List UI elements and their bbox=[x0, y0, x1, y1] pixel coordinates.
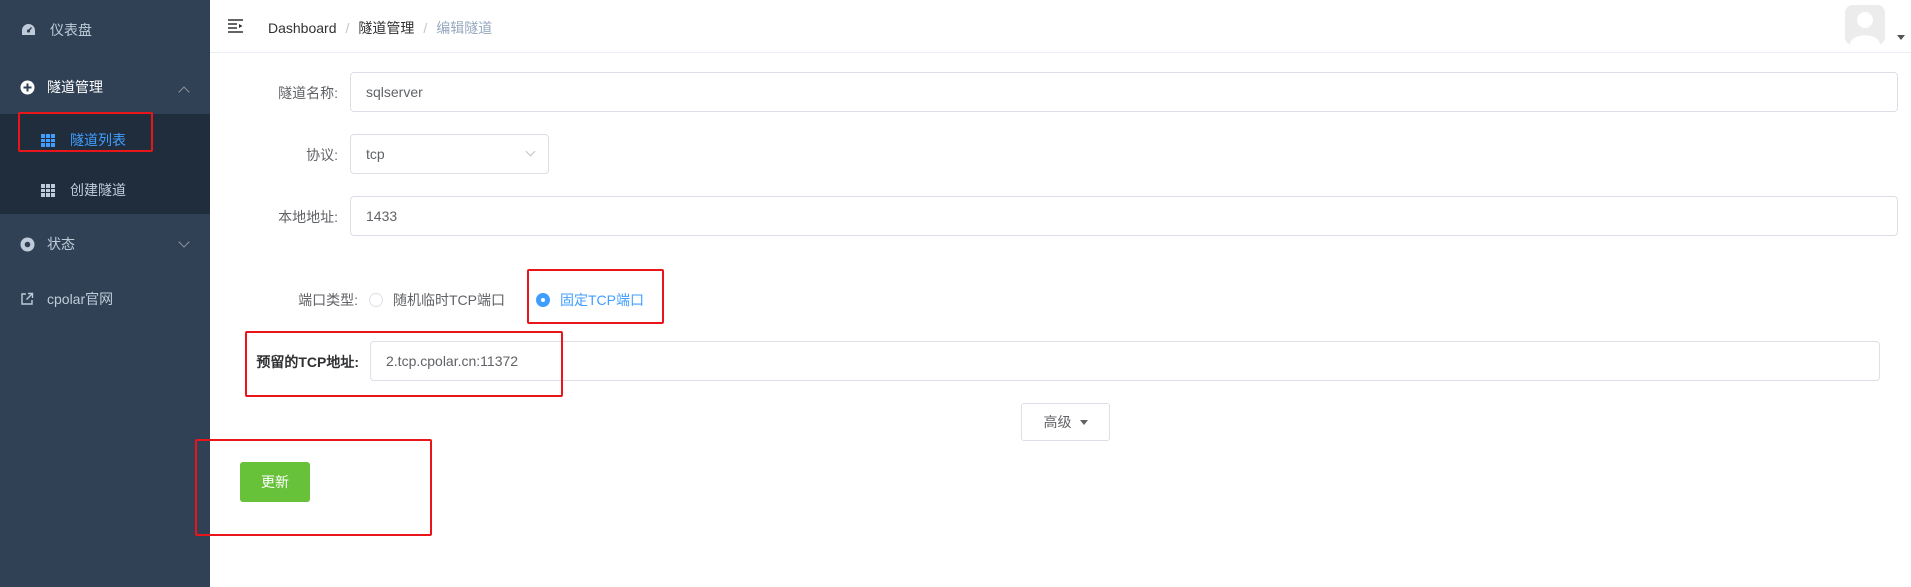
protocol-value: tcp bbox=[366, 146, 385, 162]
avatar[interactable] bbox=[1845, 5, 1885, 45]
protocol-label: 协议: bbox=[306, 147, 338, 163]
annotation-box-update-button bbox=[195, 439, 432, 536]
radio-label: 随机临时TCP端口 bbox=[393, 292, 505, 308]
grid-icon bbox=[40, 132, 56, 148]
radio-fixed-tcp-port[interactable]: 固定TCP端口 bbox=[536, 290, 644, 310]
local-address-input[interactable]: 1433 bbox=[350, 196, 1898, 236]
sidebar-item-status[interactable]: 状态 bbox=[0, 234, 210, 254]
advanced-label: 高级 bbox=[1043, 414, 1072, 430]
port-type-label: 端口类型: bbox=[298, 292, 358, 308]
sidebar-item-tunnel-list[interactable]: 隧道列表 bbox=[0, 130, 210, 150]
reserved-tcp-address-label: 预留的TCP地址: bbox=[256, 354, 359, 370]
sidebar-item-label: 状态 bbox=[47, 236, 75, 252]
sidebar-item-label: 隧道管理 bbox=[47, 79, 103, 95]
advanced-button[interactable]: 高级 bbox=[1021, 403, 1110, 441]
grid-icon bbox=[40, 182, 56, 198]
dashboard-icon bbox=[20, 22, 36, 38]
breadcrumb-separator: / bbox=[423, 20, 428, 36]
caret-down-icon[interactable] bbox=[1897, 35, 1905, 40]
breadcrumb-item-tunnel-management[interactable]: 隧道管理 bbox=[358, 18, 414, 38]
sidebar-item-tunnel-management[interactable]: 隧道管理 bbox=[0, 77, 210, 98]
local-address-value: 1433 bbox=[366, 208, 398, 224]
sidebar: 仪表盘 隧道管理 隧道列表 创建隧道 状态 cpolar官网 bbox=[0, 0, 210, 587]
breadcrumb-item-dashboard[interactable]: Dashboard bbox=[268, 20, 337, 36]
update-button[interactable]: 更新 bbox=[240, 462, 310, 502]
breadcrumb: Dashboard / 隧道管理 / 编辑隧道 bbox=[268, 18, 492, 38]
protocol-select[interactable]: tcp bbox=[350, 134, 549, 174]
tunnel-name-label: 隧道名称: bbox=[278, 85, 338, 101]
radio-random-tcp-port[interactable]: 随机临时TCP端口 bbox=[369, 290, 505, 310]
chevron-down-icon bbox=[178, 236, 190, 248]
breadcrumb-item-edit-tunnel: 编辑隧道 bbox=[436, 20, 493, 36]
radio-circle bbox=[369, 293, 383, 307]
hamburger-icon[interactable] bbox=[227, 17, 245, 35]
radio-circle bbox=[536, 293, 550, 307]
update-label: 更新 bbox=[261, 474, 289, 490]
sidebar-item-label: 隧道列表 bbox=[70, 132, 126, 148]
status-icon bbox=[19, 236, 35, 252]
radio-label: 固定TCP端口 bbox=[560, 292, 644, 308]
sidebar-item-label: 创建隧道 bbox=[70, 182, 126, 198]
header: Dashboard / 隧道管理 / 编辑隧道 bbox=[210, 0, 1911, 53]
breadcrumb-separator: / bbox=[345, 20, 350, 36]
sidebar-item-create-tunnel[interactable]: 创建隧道 bbox=[0, 180, 210, 200]
sidebar-item-label: cpolar官网 bbox=[47, 291, 114, 307]
sidebar-item-label: 仪表盘 bbox=[50, 22, 92, 38]
sidebar-item-cpolar-website[interactable]: cpolar官网 bbox=[0, 289, 210, 309]
sidebar-item-dashboard[interactable]: 仪表盘 bbox=[0, 20, 210, 40]
reserved-tcp-address-value: 2.tcp.cpolar.cn:11372 bbox=[386, 353, 519, 369]
caret-down-icon bbox=[1079, 419, 1088, 425]
external-link-icon bbox=[19, 291, 35, 307]
local-address-label: 本地地址: bbox=[278, 209, 338, 225]
reserved-tcp-address-select[interactable]: 2.tcp.cpolar.cn:11372 bbox=[370, 341, 1880, 381]
chevron-up-icon bbox=[178, 86, 190, 98]
chevron-down-icon bbox=[525, 146, 536, 157]
tunnel-name-input[interactable]: sqlserver bbox=[350, 72, 1898, 112]
tunnel-name-value: sqlserver bbox=[366, 84, 423, 100]
tunnel-management-icon bbox=[19, 79, 35, 95]
